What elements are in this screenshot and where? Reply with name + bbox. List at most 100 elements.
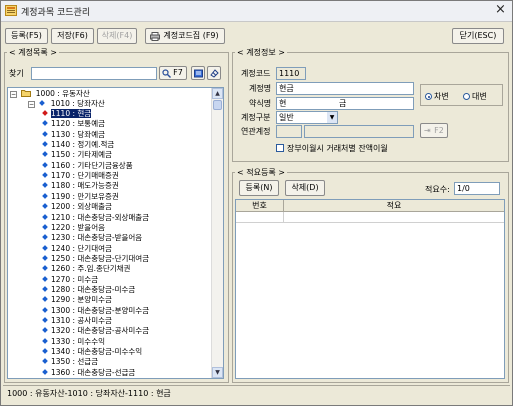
checkbox-icon[interactable] <box>276 144 284 152</box>
tree-item[interactable]: 1180 : 매도가능증권 <box>42 181 119 191</box>
close-window-button[interactable]: × <box>492 3 509 18</box>
scroll-up-icon[interactable]: ▲ <box>212 88 223 99</box>
tree-item-name: 외상매출금 <box>77 202 112 212</box>
memo-grid[interactable]: 번호 적요 <box>235 199 505 379</box>
tree-expand-button[interactable] <box>191 66 205 80</box>
search-input[interactable] <box>31 67 157 80</box>
tree-item-name: 대손충당금-단기대여금 <box>77 253 150 263</box>
search-label: 찾기 <box>9 69 24 78</box>
tree-item-code: 1280 <box>51 284 71 294</box>
find-button[interactable]: F7 <box>159 66 187 80</box>
node-icon <box>42 120 48 127</box>
account-type-value: 일반 <box>279 113 294 122</box>
tree-item-name: 대손충당금-미수금 <box>77 284 136 294</box>
node-icon <box>42 368 48 375</box>
tree-item[interactable]: 1340 : 대손충당금-미수수익 <box>42 347 143 357</box>
tree-item-code: 1250 <box>51 253 71 263</box>
tree-item[interactable]: 1250 : 대손충당금-단기대여금 <box>42 253 150 264</box>
chevron-down-icon[interactable]: ▼ <box>327 112 337 123</box>
tree-item[interactable]: 1220 : 받을어음 <box>42 222 105 233</box>
close-button[interactable]: 닫기(ESC) <box>452 28 504 44</box>
node-icon <box>42 151 48 158</box>
close-icon[interactable]: × <box>495 2 506 17</box>
tree-item[interactable]: 1330 : 미수수익 <box>42 337 105 347</box>
tree-item[interactable]: 1170 : 단기매매증권 <box>42 171 119 181</box>
node-icon <box>42 327 48 334</box>
tree-item-name: 대손충당금-미수수익 <box>77 347 143 357</box>
tree-item-code: 1120 <box>51 119 71 129</box>
tree-item-code: 1220 <box>51 222 71 232</box>
tree-item-code: 1360 <box>51 367 71 377</box>
register-button[interactable]: 등록(F5) <box>5 28 48 44</box>
tree-item-code: 1300 <box>51 305 71 315</box>
tree-child[interactable]: − 1010 : 당좌자산 <box>28 99 105 109</box>
save-button[interactable]: 저장(F6) <box>51 28 94 44</box>
tree-scrollbar[interactable]: ▲ ▼ <box>211 88 223 378</box>
scroll-down-icon[interactable]: ▼ <box>212 367 223 378</box>
tree-collapse-button[interactable] <box>207 66 221 80</box>
tree-item[interactable]: 1260 : 주.임.종단기채권 <box>42 264 131 274</box>
account-code-label: 계정코드 <box>241 69 271 78</box>
delete-button[interactable]: 삭제(F4) <box>97 28 137 44</box>
window-title: 계정과목 코드관리 <box>21 8 91 18</box>
linked-account-button[interactable]: ⇥ F2 <box>420 123 448 138</box>
tree-item[interactable]: 1150 : 기타제예금 <box>42 150 112 160</box>
radio-unchecked-icon[interactable] <box>463 93 470 100</box>
tree-item-name: 주.임.종단기채권 <box>77 264 131 274</box>
tree-item-name: 기타제예금 <box>77 150 112 160</box>
short-name-field[interactable]: 현 금 <box>276 97 414 110</box>
memo-col-memo[interactable]: 적요 <box>284 200 504 212</box>
collapse-icon[interactable]: − <box>28 101 35 108</box>
tree-item-name: 매도가능증권 <box>77 181 119 191</box>
tree-item[interactable]: 1230 : 대손충당금-받을어음 <box>42 233 142 243</box>
find-icon <box>162 69 171 78</box>
node-icon <box>42 348 48 354</box>
print-codebook-button[interactable]: 계정코드집 (F9) <box>145 28 225 44</box>
account-name-field[interactable]: 현금 <box>276 82 414 95</box>
tree-item[interactable]: 1190 : 만기보유증권 <box>42 192 119 202</box>
node-icon <box>42 358 48 365</box>
carryover-checkbox[interactable]: 장부이월시 거래처별 잔액이월 <box>276 143 388 154</box>
tree-item[interactable]: 1240 : 단기대여금 <box>42 244 112 254</box>
tree-item[interactable]: 1110 : 현금 <box>42 109 92 119</box>
collapse-icon[interactable]: − <box>10 91 17 98</box>
tree-item[interactable]: 1290 : 분양미수금 <box>42 295 112 305</box>
node-icon <box>42 244 48 251</box>
tree-item[interactable]: 1350 : 선급금 <box>42 357 98 367</box>
tree-item[interactable]: 1320 : 대손충당금-공사미수금 <box>42 326 149 336</box>
memo-empty-row[interactable] <box>236 212 504 223</box>
status-bar: 1000 : 유동자산-1010 : 당좌자산-1110 : 현금 <box>3 385 510 402</box>
tree-root[interactable]: − 1000 : 유동자산 <box>10 89 90 99</box>
tree-item-name: 공사미수금 <box>77 316 112 325</box>
radio-checked-icon[interactable] <box>425 93 432 100</box>
tree-item-code: 1320 <box>51 326 71 336</box>
debit-radio[interactable]: 차변 <box>425 91 449 102</box>
memo-title: < 적요등록 > <box>235 167 287 178</box>
tree-item[interactable]: 1130 : 당좌예금 <box>42 130 105 140</box>
tree-item[interactable]: 1310 : 공사미수금 <box>42 316 112 326</box>
tree-item[interactable]: 1210 : 대손충당금-외상매출금 <box>42 213 149 223</box>
tree-item-name: 기타단기금융상품 <box>77 160 133 170</box>
memo-delete-button[interactable]: 삭제(D) <box>285 180 325 196</box>
tree-item[interactable]: 1160 : 기타단기금융상품 <box>42 160 133 171</box>
tree-item[interactable]: 1280 : 대손충당금-미수금 <box>42 284 136 295</box>
tree-item[interactable]: 1140 : 정기예.적금 <box>42 140 114 150</box>
tree-item[interactable]: 1270 : 미수금 <box>42 274 99 285</box>
tree-item-code: 1180 <box>51 181 71 191</box>
tree-item[interactable]: 1120 : 보통예금 <box>42 119 105 129</box>
linked-account-button-label: F2 <box>434 126 444 135</box>
tree-item[interactable]: 1360 : 대손충당금-선급금 <box>42 367 135 378</box>
tree-item-name: 미수금 <box>77 274 99 284</box>
folder-icon <box>21 90 32 97</box>
credit-radio[interactable]: 대변 <box>463 91 487 102</box>
account-type-select[interactable]: 일반 ▼ <box>276 111 338 124</box>
tree-item[interactable]: 1200 : 외상매출금 <box>42 202 112 212</box>
memo-col-number[interactable]: 번호 <box>236 200 284 212</box>
account-tree[interactable]: − 1000 : 유동자산 − 1010 : 당좌자산 1110 : 현금 112… <box>7 87 224 379</box>
scroll-thumb[interactable] <box>213 100 222 110</box>
tree-item[interactable]: 1300 : 대손충당금-분양미수금 <box>42 305 149 316</box>
account-list-title: < 계정목록 > <box>7 47 59 58</box>
memo-register-button[interactable]: 등록(N) <box>239 180 279 196</box>
node-icon <box>42 275 48 282</box>
linked-account-label: 연관계정 <box>241 127 271 136</box>
